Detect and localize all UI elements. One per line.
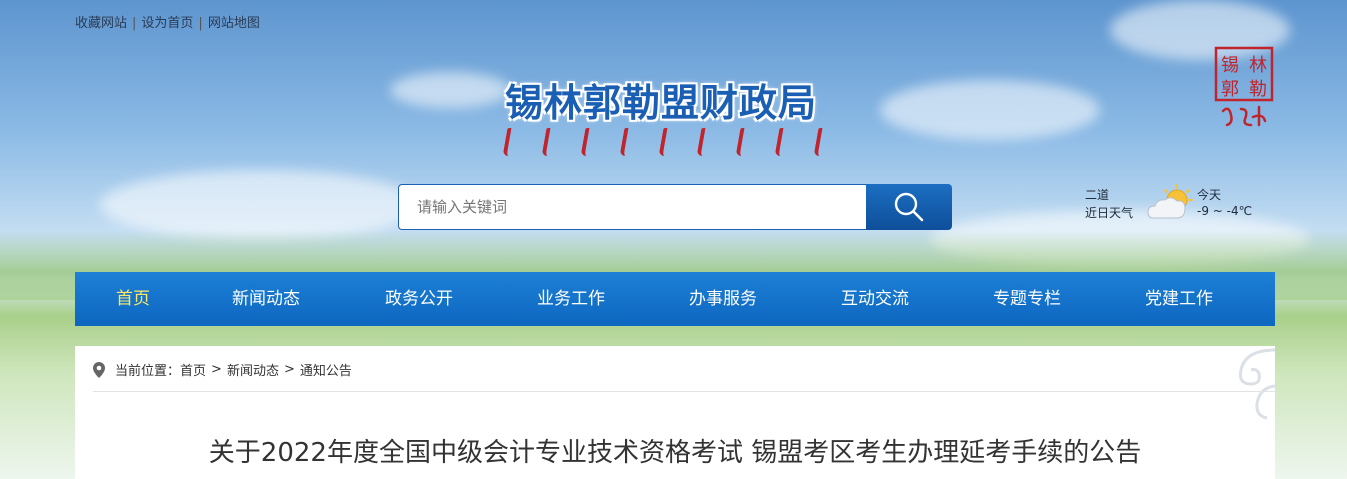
mongolian-script-subtitle bbox=[502, 128, 833, 164]
location-pin-icon bbox=[93, 361, 105, 378]
background-cloud bbox=[390, 72, 510, 108]
nav-item-special-topics[interactable]: 专题专栏 bbox=[951, 272, 1103, 326]
link-separator: | bbox=[132, 16, 137, 31]
nav-item-business[interactable]: 业务工作 bbox=[495, 272, 647, 326]
content-panel: 当前位置： 首页 > 新闻动态 > 通知公告 关于2022年度全国中级会计专业技… bbox=[75, 346, 1275, 479]
weather-label: 近日天气 bbox=[1085, 206, 1134, 220]
weather-temperature: -9 ~ -4℃ bbox=[1197, 204, 1253, 218]
breadcrumb-item-news[interactable]: 新闻动态 bbox=[227, 360, 279, 379]
search-button[interactable] bbox=[866, 184, 952, 230]
nav-item-home[interactable]: 首页 bbox=[75, 272, 191, 326]
nav-item-government-affairs[interactable]: 政务公开 bbox=[343, 272, 495, 326]
search-icon bbox=[894, 192, 924, 222]
background-cloud bbox=[880, 80, 1100, 140]
nav-item-services[interactable]: 办事服务 bbox=[647, 272, 799, 326]
search-input[interactable] bbox=[398, 184, 866, 230]
breadcrumb: 当前位置： 首页 > 新闻动态 > 通知公告 bbox=[93, 360, 352, 379]
set-homepage-link[interactable]: 设为首页 bbox=[141, 16, 193, 31]
nav-item-news[interactable]: 新闻动态 bbox=[191, 272, 341, 326]
weather-location: 二道 bbox=[1085, 188, 1110, 202]
svg-text:勒: 勒 bbox=[1249, 79, 1267, 100]
main-nav: 首页 新闻动态 政务公开 业务工作 办事服务 互动交流 专题专栏 党建工作 bbox=[75, 272, 1275, 326]
nav-item-party-building[interactable]: 党建工作 bbox=[1103, 272, 1255, 326]
breadcrumb-separator: > bbox=[211, 362, 222, 377]
partly-cloudy-icon bbox=[1147, 184, 1193, 219]
svg-text:郭: 郭 bbox=[1221, 79, 1239, 100]
breadcrumb-separator: > bbox=[283, 362, 295, 377]
breadcrumb-divider bbox=[93, 391, 1275, 392]
svg-text:锡: 锡 bbox=[1221, 55, 1239, 76]
top-links: 收藏网站 | 设为首页 | 网站地图 bbox=[75, 12, 260, 31]
seal-logo: 锡 林 郭 勒 bbox=[1214, 46, 1274, 127]
sitemap-link[interactable]: 网站地图 bbox=[208, 16, 260, 31]
breadcrumb-item-home[interactable]: 首页 bbox=[180, 360, 206, 379]
weather-day: 今天 bbox=[1197, 188, 1222, 202]
article-title: 关于2022年度全国中级会计专业技术资格考试 锡盟考区考生办理延考手续的公告 bbox=[208, 438, 1142, 468]
breadcrumb-item-notices[interactable]: 通知公告 bbox=[300, 360, 352, 379]
bookmark-link[interactable]: 收藏网站 bbox=[75, 16, 127, 31]
breadcrumb-prefix: 当前位置： bbox=[115, 364, 181, 379]
link-separator: | bbox=[198, 16, 203, 31]
site-title: 锡林郭勒盟财政局 bbox=[505, 81, 818, 125]
corner-ornament bbox=[1239, 348, 1275, 420]
nav-item-interaction[interactable]: 互动交流 bbox=[799, 272, 951, 326]
svg-text:林: 林 bbox=[1249, 55, 1267, 76]
